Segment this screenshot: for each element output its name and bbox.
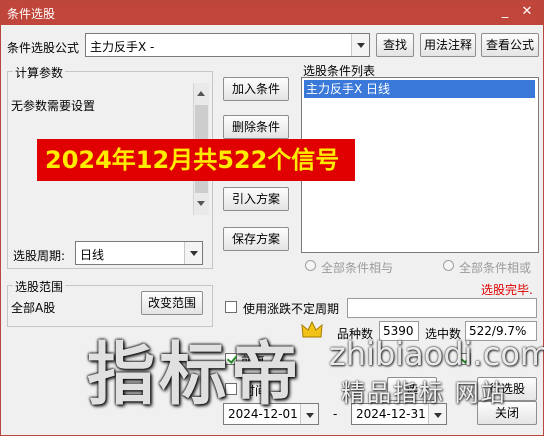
date-separator: -: [333, 407, 338, 421]
scope-value: 全部A股: [11, 301, 56, 315]
minimize-button[interactable]: _: [495, 3, 515, 21]
params-group-title: 计算参数: [13, 64, 66, 81]
formula-label: 条件选股公式: [7, 41, 80, 55]
signal-count-banner: 2024年12月共522个信号: [37, 139, 355, 181]
scroll-down-icon[interactable]: [197, 201, 205, 206]
params-text: 无参数需要设置: [11, 99, 96, 113]
all-or-label: 全部条件相或: [459, 261, 532, 275]
scope-group-title: 选股范围: [13, 278, 66, 295]
status-text: 选股完毕.: [481, 283, 533, 297]
close-window-button[interactable]: ✕: [517, 3, 537, 21]
import-plan-button[interactable]: 引入方案: [223, 187, 289, 211]
watermark-text: 指标帝: [87, 336, 304, 415]
all-and-radio[interactable]: [305, 260, 316, 271]
list-item[interactable]: 主力反手X 日线: [304, 80, 535, 98]
watermark-url: zhibiaodi.com: [329, 335, 544, 373]
add-condition-button[interactable]: 加入条件: [223, 77, 289, 101]
period-combo[interactable]: 日线: [75, 241, 203, 265]
crown-icon: [301, 321, 323, 338]
period-value: 日线: [80, 248, 105, 262]
use-period-label: 使用涨跌不定周期: [243, 302, 340, 316]
find-button[interactable]: 查找: [376, 33, 414, 57]
usage-notes-button[interactable]: 用法注释: [420, 33, 476, 57]
stock-screener-window: 条件选股 _ ✕ 条件选股公式 主力反手X - 查找 用法注释 查看公式 计算参…: [0, 0, 544, 436]
period-field[interactable]: [347, 298, 537, 318]
title-bar: 条件选股 _ ✕: [1, 1, 543, 25]
scroll-up-icon[interactable]: [197, 91, 205, 96]
watermark-subtitle: 精品指标 网站: [341, 379, 507, 407]
chevron-down-icon[interactable]: [351, 34, 369, 56]
window-title: 条件选股: [7, 7, 56, 21]
period-label: 选股周期:: [13, 249, 66, 263]
chevron-down-icon[interactable]: [184, 242, 202, 264]
view-formula-button[interactable]: 查看公式: [481, 33, 539, 57]
formula-combo[interactable]: 主力反手X -: [85, 33, 370, 57]
all-or-radio[interactable]: [443, 260, 454, 271]
change-scope-button[interactable]: 改变范围: [141, 291, 203, 315]
formula-value: 主力反手X -: [90, 40, 155, 54]
date-to-value: 2024-12-31: [356, 407, 426, 421]
delete-condition-button[interactable]: 删除条件: [223, 115, 289, 139]
use-period-checkbox[interactable]: [225, 301, 237, 313]
save-plan-button[interactable]: 保存方案: [223, 227, 289, 251]
all-and-label: 全部条件相与: [321, 261, 394, 275]
